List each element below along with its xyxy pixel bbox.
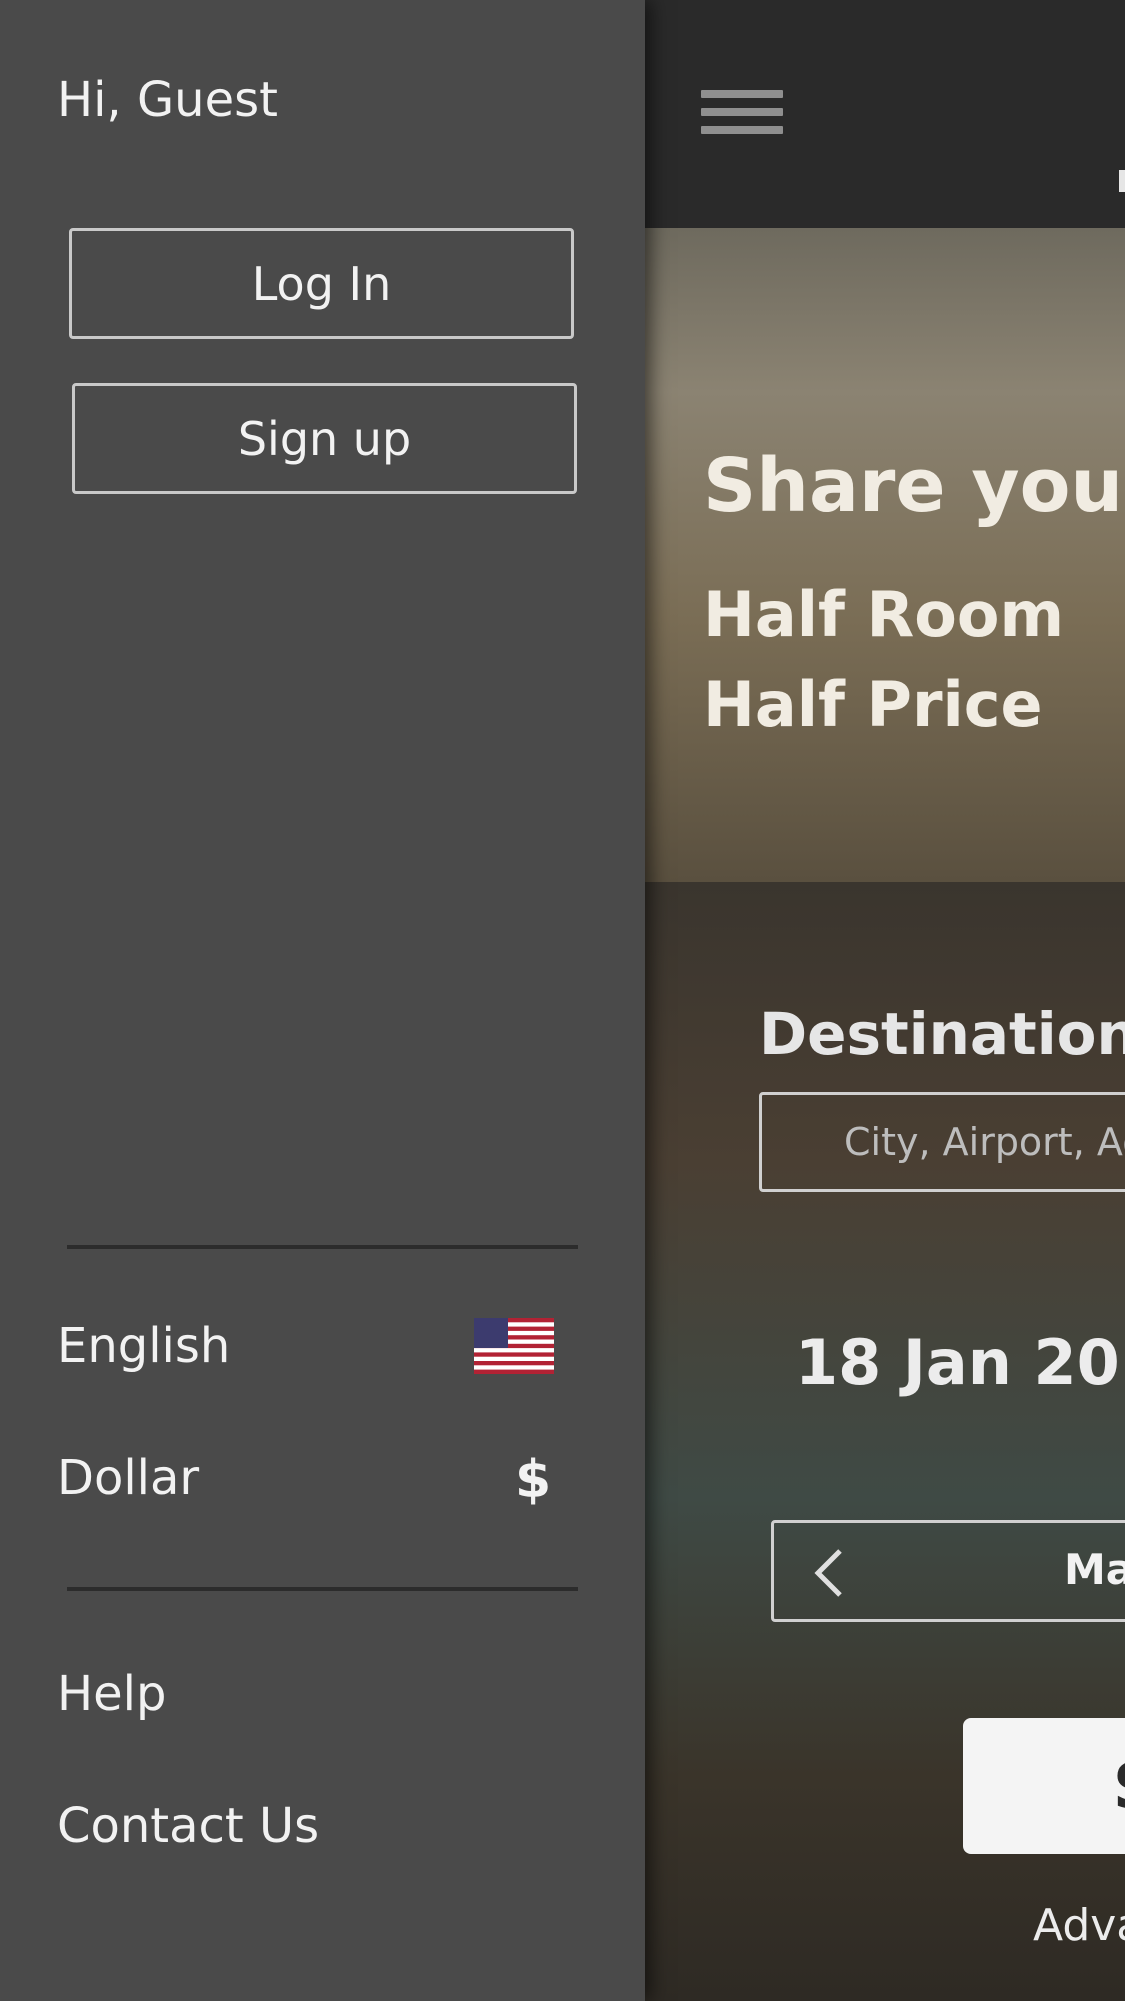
divider — [67, 1245, 578, 1249]
user-greeting: Hi, Guest — [57, 72, 278, 128]
top-bar — [645, 0, 1125, 228]
hero-title: Share your — [703, 443, 1125, 529]
signup-button[interactable]: Sign up — [72, 383, 577, 494]
main-page: Share your Half Room Half Price Destinat… — [645, 0, 1125, 2001]
help-link[interactable]: Help — [57, 1666, 166, 1722]
destination-input[interactable] — [759, 1092, 1125, 1192]
hero-banner: Share your Half Room Half Price — [645, 228, 1125, 882]
currency-symbol: $ — [515, 1450, 552, 1510]
divider — [67, 1587, 578, 1591]
side-drawer: Hi, Guest Log In Sign up English Dollar … — [0, 0, 645, 2001]
month-label: Ma — [1064, 1545, 1125, 1594]
hero-subtitle-line1: Half Room — [703, 578, 1065, 651]
contact-us-link[interactable]: Contact Us — [57, 1798, 319, 1854]
destination-label: Destination — [759, 1000, 1125, 1068]
us-flag-icon — [474, 1318, 554, 1374]
advanced-search-link[interactable]: Adva — [1033, 1900, 1125, 1951]
month-selector[interactable]: Ma — [771, 1520, 1125, 1622]
check-in-date[interactable]: 18 Jan 201 — [795, 1326, 1125, 1399]
currency-selector[interactable]: Dollar — [57, 1450, 199, 1506]
app-logo-fragment — [1119, 170, 1125, 192]
hero-subtitle-line2: Half Price — [703, 668, 1043, 741]
search-button[interactable]: S — [963, 1718, 1125, 1854]
chevron-left-icon[interactable] — [806, 1545, 856, 1601]
login-button[interactable]: Log In — [69, 228, 574, 339]
language-selector[interactable]: English — [57, 1318, 230, 1374]
hamburger-menu-icon[interactable] — [701, 90, 783, 144]
